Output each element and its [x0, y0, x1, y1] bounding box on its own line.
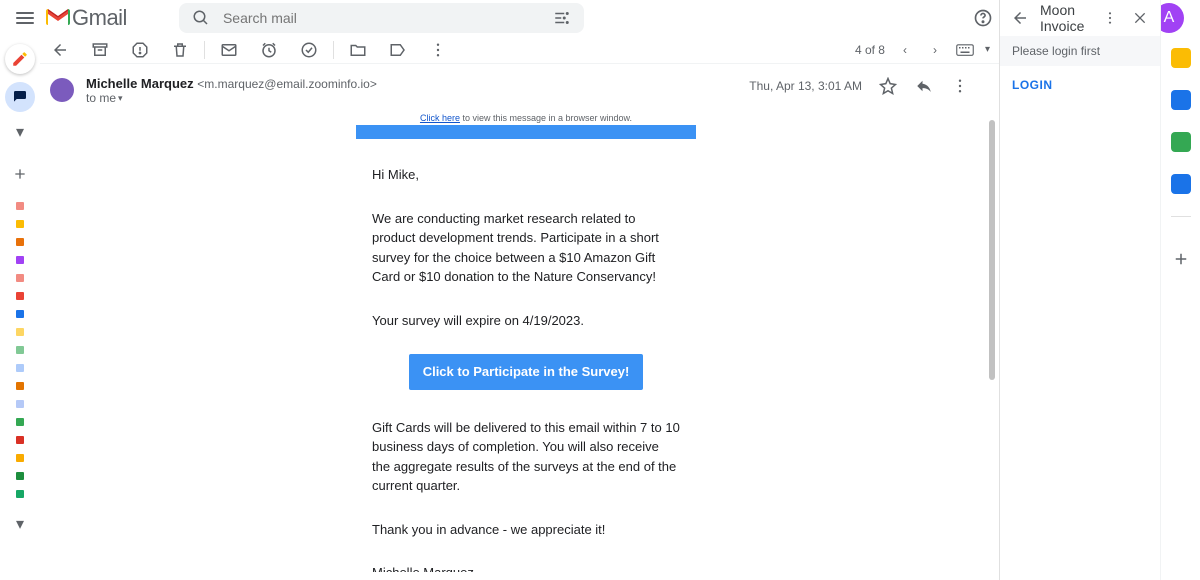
snooze-icon[interactable]: [259, 40, 279, 60]
addon-app-icon[interactable]: [1171, 90, 1191, 110]
search-input[interactable]: [223, 10, 540, 26]
add-task-icon[interactable]: [299, 40, 319, 60]
label-color-item[interactable]: [16, 454, 24, 462]
support-icon[interactable]: [973, 8, 993, 28]
label-color-item[interactable]: [16, 328, 24, 336]
label-color-item[interactable]: [16, 274, 24, 282]
panel-status-text: Please login first: [1000, 36, 1160, 66]
survey-cta-button[interactable]: Click to Participate in the Survey!: [409, 354, 644, 390]
addon-app-icon[interactable]: [1171, 132, 1191, 152]
label-color-item[interactable]: [16, 238, 24, 246]
sender-avatar: [50, 78, 74, 102]
search-icon: [191, 8, 211, 28]
sender-name: Michelle Marquez <m.marquez@email.zoomin…: [86, 76, 377, 91]
mark-unread-icon[interactable]: [219, 40, 239, 60]
label-color-item[interactable]: [16, 364, 24, 372]
label-color-item[interactable]: [16, 382, 24, 390]
email-greeting: Hi Mike,: [372, 165, 680, 185]
input-tools-icon[interactable]: [955, 40, 975, 60]
expand-more-icon[interactable]: ▾: [16, 514, 24, 534]
inbox-nav[interactable]: [5, 82, 35, 112]
gmail-logo[interactable]: Gmail: [46, 5, 127, 31]
chevron-down-icon[interactable]: ▾: [985, 44, 990, 55]
recipient-line: to me: [86, 91, 116, 105]
gmail-wordmark: Gmail: [72, 5, 127, 31]
more-icon[interactable]: [428, 40, 448, 60]
label-color-item[interactable]: [16, 418, 24, 426]
spam-icon[interactable]: [130, 40, 150, 60]
panel-close-icon[interactable]: [1130, 8, 1150, 28]
star-icon[interactable]: [878, 76, 898, 96]
show-details-icon[interactable]: ▾: [118, 93, 123, 104]
label-color-item[interactable]: [16, 490, 24, 498]
view-in-browser: Click here to view this message in a bro…: [80, 109, 972, 125]
email-paragraph: Your survey will expire on 4/19/2023.: [372, 311, 680, 331]
view-online-link[interactable]: Click here: [420, 113, 460, 123]
panel-title: Moon Invoice: [1040, 2, 1090, 34]
label-color-item[interactable]: [16, 202, 24, 210]
search-options-icon[interactable]: [552, 8, 572, 28]
add-label-icon[interactable]: [10, 164, 30, 184]
delete-icon[interactable]: [170, 40, 190, 60]
get-addons-icon[interactable]: [1171, 249, 1191, 269]
search-bar[interactable]: [179, 3, 584, 33]
email-paragraph: We are conducting market research relate…: [372, 209, 680, 287]
email-paragraph: Gift Cards will be delivered to this ema…: [372, 418, 680, 496]
label-color-item[interactable]: [16, 346, 24, 354]
move-to-icon[interactable]: [348, 40, 368, 60]
label-color-item[interactable]: [16, 256, 24, 264]
email-header-bar: [356, 125, 696, 139]
compose-button[interactable]: [5, 44, 35, 74]
label-color-item[interactable]: [16, 220, 24, 228]
message-timestamp: Thu, Apr 13, 3:01 AM: [749, 79, 862, 93]
label-color-item[interactable]: [16, 436, 24, 444]
label-color-item[interactable]: [16, 292, 24, 300]
addon-app-icon[interactable]: [1171, 48, 1191, 68]
panel-more-icon[interactable]: [1100, 8, 1120, 28]
next-icon[interactable]: ›: [925, 40, 945, 60]
addon-app-icon[interactable]: [1171, 174, 1191, 194]
labels-icon[interactable]: [388, 40, 408, 60]
panel-back-icon[interactable]: [1010, 8, 1030, 28]
message-more-icon[interactable]: [950, 76, 970, 96]
label-color-item[interactable]: [16, 472, 24, 480]
label-color-item[interactable]: [16, 310, 24, 318]
pagination-position: 4 of 8: [855, 43, 885, 57]
email-paragraph: Thank you in advance - we appreciate it!: [372, 520, 680, 540]
reply-icon[interactable]: [914, 76, 934, 96]
addon-side-panel: Moon Invoice Please login first LOGIN: [1000, 0, 1160, 580]
back-icon[interactable]: [50, 40, 70, 60]
expand-more-icon[interactable]: ▾: [16, 122, 24, 142]
archive-icon[interactable]: [90, 40, 110, 60]
gmail-envelope-icon: [46, 9, 70, 27]
panel-login-button[interactable]: LOGIN: [1000, 66, 1160, 104]
scrollbar-thumb[interactable]: [989, 120, 995, 380]
prev-icon[interactable]: ‹: [895, 40, 915, 60]
main-menu-button[interactable]: [16, 12, 34, 24]
signature-name: Michelle Marquez: [372, 563, 680, 572]
label-color-item[interactable]: [16, 400, 24, 408]
